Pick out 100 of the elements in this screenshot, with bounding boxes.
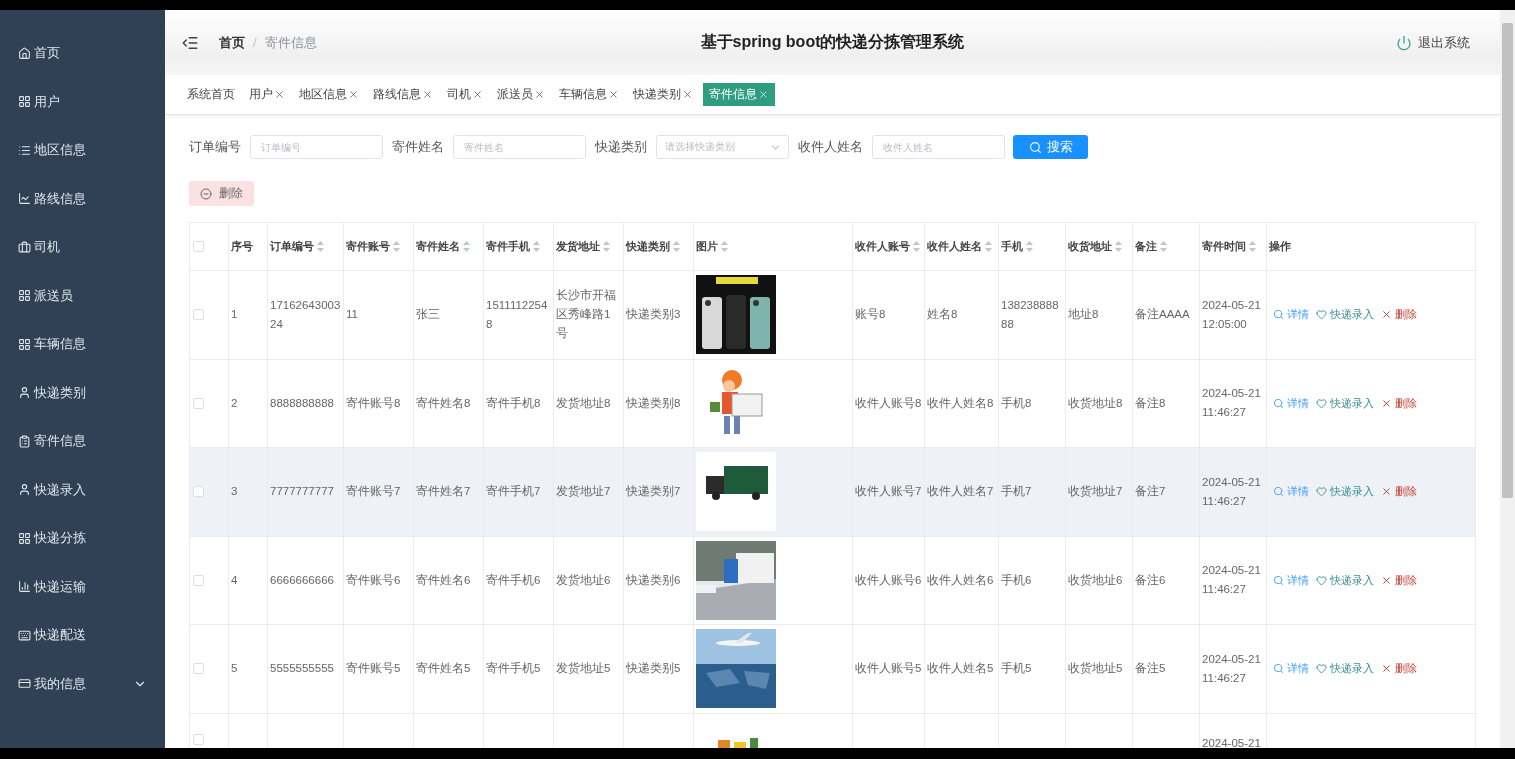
sidebar-item[interactable]: 首页 bbox=[0, 29, 165, 78]
breadcrumb-separator: / bbox=[253, 35, 257, 50]
table-cell-text: 备注5 bbox=[1135, 661, 1166, 677]
scrollbar-thumb[interactable] bbox=[1502, 23, 1513, 498]
page-tab[interactable]: 车辆信息 bbox=[555, 83, 623, 106]
field-label: 订单编号 bbox=[189, 138, 241, 156]
sort-icon[interactable] bbox=[721, 241, 728, 252]
table-row[interactable]: 2024-05-21 bbox=[190, 713, 1476, 748]
menu-item-icon bbox=[18, 192, 31, 206]
menu-item-icon bbox=[18, 386, 31, 400]
sort-icon[interactable] bbox=[1026, 241, 1033, 252]
page-tab[interactable]: 派送员 bbox=[493, 83, 549, 106]
sidebar-item[interactable]: 快递配送 bbox=[0, 611, 165, 660]
page-tab[interactable]: 系统首页 bbox=[183, 83, 239, 106]
sort-icon[interactable] bbox=[1160, 241, 1167, 252]
breadcrumb-current: 寄件信息 bbox=[264, 33, 317, 52]
checkbox[interactable] bbox=[193, 733, 204, 745]
search-icon bbox=[1273, 486, 1284, 498]
sidebar-item[interactable]: 司机 bbox=[0, 223, 165, 272]
table-cell-text: 寄件账号7 bbox=[346, 484, 401, 500]
table-cell-text: 寄件姓名8 bbox=[416, 395, 471, 411]
table-cell-text: 张三 bbox=[416, 307, 440, 323]
checkbox[interactable] bbox=[193, 574, 204, 586]
entry-link[interactable]: 快递录入 bbox=[1316, 395, 1374, 411]
entry-link[interactable]: 快递录入 bbox=[1316, 572, 1374, 588]
page-tab[interactable]: 用户 bbox=[245, 83, 289, 106]
sort-icon[interactable] bbox=[393, 241, 400, 252]
table-row[interactable]: 4 6666666666 寄件账号6 寄件姓名6 寄件手机6 发货地址6 快递类别6 收件人账号6 收件人姓名6 手机6 收货地址6 备注6 2024-05-21 11:46:27 详情 快递录入 删除 bbox=[190, 536, 1476, 625]
table-cell-text: 手机5 bbox=[1001, 661, 1032, 677]
sort-icon[interactable] bbox=[673, 241, 680, 252]
delete-link[interactable]: 删除 bbox=[1381, 395, 1417, 411]
breadcrumb-link[interactable]: 首页 bbox=[219, 33, 245, 52]
scrollbar[interactable] bbox=[1500, 10, 1515, 748]
table-cell-text: 寄件手机5 bbox=[486, 661, 541, 677]
table-cell-text: 发货地址7 bbox=[556, 484, 611, 500]
delete-link[interactable]: 删除 bbox=[1381, 661, 1417, 677]
table-cell-text: 寄件姓名5 bbox=[416, 661, 471, 677]
page-tab[interactable]: 路线信息 bbox=[369, 83, 437, 106]
checkbox[interactable] bbox=[193, 397, 204, 409]
sidebar-item[interactable]: 派送员 bbox=[0, 271, 165, 320]
input-field[interactable]: 收件人姓名 bbox=[872, 135, 1005, 159]
sort-icon[interactable] bbox=[317, 241, 324, 252]
sidebar-item[interactable]: 地区信息 bbox=[0, 126, 165, 175]
table-cell-text: 7777777777 bbox=[270, 484, 334, 500]
page-tab[interactable]: 寄件信息 bbox=[703, 83, 775, 106]
column-header: 图片 bbox=[696, 239, 718, 254]
table-cell-text: 2024-05-21 bbox=[1202, 735, 1261, 748]
menu-item-icon bbox=[18, 95, 31, 109]
table-cell-text: 寄件账号6 bbox=[346, 572, 401, 588]
delete-link[interactable]: 删除 bbox=[1381, 484, 1417, 500]
table-cell-text: 2024-05-21 11:46:27 bbox=[1202, 386, 1262, 421]
sidebar-item[interactable]: 寄件信息 bbox=[0, 417, 165, 466]
sidebar-item[interactable]: 快递分拣 bbox=[0, 514, 165, 563]
entry-link[interactable]: 快递录入 bbox=[1316, 307, 1374, 323]
checkbox[interactable] bbox=[193, 663, 204, 675]
sidebar-item[interactable]: 快递录入 bbox=[0, 465, 165, 514]
sort-icon[interactable] bbox=[463, 241, 470, 252]
page-tab[interactable]: 快递类别 bbox=[629, 83, 697, 106]
sidebar-item[interactable]: 路线信息 bbox=[0, 174, 165, 223]
checkbox[interactable] bbox=[193, 486, 204, 498]
table-cell-text: 2024-05-21 11:46:27 bbox=[1202, 651, 1262, 686]
sort-icon[interactable] bbox=[1115, 241, 1122, 252]
sort-icon[interactable] bbox=[533, 241, 540, 252]
table-cell-text: 寄件手机6 bbox=[486, 572, 541, 588]
page-tab[interactable]: 司机 bbox=[443, 83, 487, 106]
close-icon bbox=[758, 89, 769, 100]
sidebar-item[interactable]: 快递类别 bbox=[0, 368, 165, 417]
sort-icon[interactable] bbox=[603, 241, 610, 252]
sort-icon[interactable] bbox=[1249, 241, 1256, 252]
table-cell-text: 寄件手机8 bbox=[486, 395, 541, 411]
table-cell-text: 1716264300324 bbox=[270, 297, 341, 332]
close-icon bbox=[534, 89, 545, 100]
logout-button[interactable]: 退出系统 bbox=[1390, 32, 1476, 53]
sidebar-item[interactable]: 快递运输 bbox=[0, 562, 165, 611]
table-cell-text: 5 bbox=[231, 661, 238, 677]
table-row[interactable]: 1 1716264300324 11 张三 15111122548 长沙市开福区秀峰路1号 快递类别3 账号8 姓名8 13823888888 地址8 备注AAAA 2024-05-21 12:05:00 详情 快递录入 删除 bbox=[190, 271, 1476, 360]
delete-button[interactable]: 删除 bbox=[189, 181, 254, 206]
table-cell-text: 手机7 bbox=[1001, 484, 1032, 500]
checkbox[interactable] bbox=[193, 309, 204, 321]
delete-link[interactable]: 删除 bbox=[1381, 572, 1417, 588]
input-field[interactable]: 寄件姓名 bbox=[453, 135, 586, 159]
delete-link[interactable]: 删除 bbox=[1381, 307, 1417, 323]
table-cell-text: 寄件手机7 bbox=[486, 484, 541, 500]
checkbox[interactable] bbox=[193, 241, 204, 252]
sidebar-item[interactable]: 用户 bbox=[0, 77, 165, 126]
table-cell-text: 发货地址6 bbox=[556, 572, 611, 588]
entry-link[interactable]: 快递录入 bbox=[1316, 484, 1374, 500]
entry-link[interactable]: 快递录入 bbox=[1316, 661, 1374, 677]
table-row[interactable]: 3 7777777777 寄件账号7 寄件姓名7 寄件手机7 发货地址7 快递类别7 收件人账号7 收件人姓名7 手机7 收货地址7 备注7 2024-05-21 11:46:27 详情 快递录入 删除 bbox=[190, 448, 1476, 537]
sort-icon[interactable] bbox=[913, 241, 920, 252]
table-row[interactable]: 5 5555555555 寄件账号5 寄件姓名5 寄件手机5 发货地址5 快递类别5 收件人账号5 收件人姓名5 手机5 收货地址5 备注5 2024-05-21 11:46:27 详情 快递录入 删除 bbox=[190, 625, 1476, 714]
table-cell-text: 备注6 bbox=[1135, 572, 1166, 588]
table-cell-text: 寄件姓名6 bbox=[416, 572, 471, 588]
table-cell-text: 地址8 bbox=[1068, 307, 1099, 323]
table-cell-text: 收件人账号6 bbox=[855, 572, 922, 588]
page-tab[interactable]: 地区信息 bbox=[295, 83, 363, 106]
sort-icon[interactable] bbox=[985, 241, 992, 252]
table-row[interactable]: 2 8888888888 寄件账号8 寄件姓名8 寄件手机8 发货地址8 快递类别8 收件人账号8 收件人姓名8 手机8 收货地址8 备注8 2024-05-21 11:46:27 详情 快递录入 删除 bbox=[190, 359, 1476, 448]
sidebar-item[interactable]: 我的信息 bbox=[0, 659, 165, 708]
sidebar-item[interactable]: 车辆信息 bbox=[0, 320, 165, 369]
